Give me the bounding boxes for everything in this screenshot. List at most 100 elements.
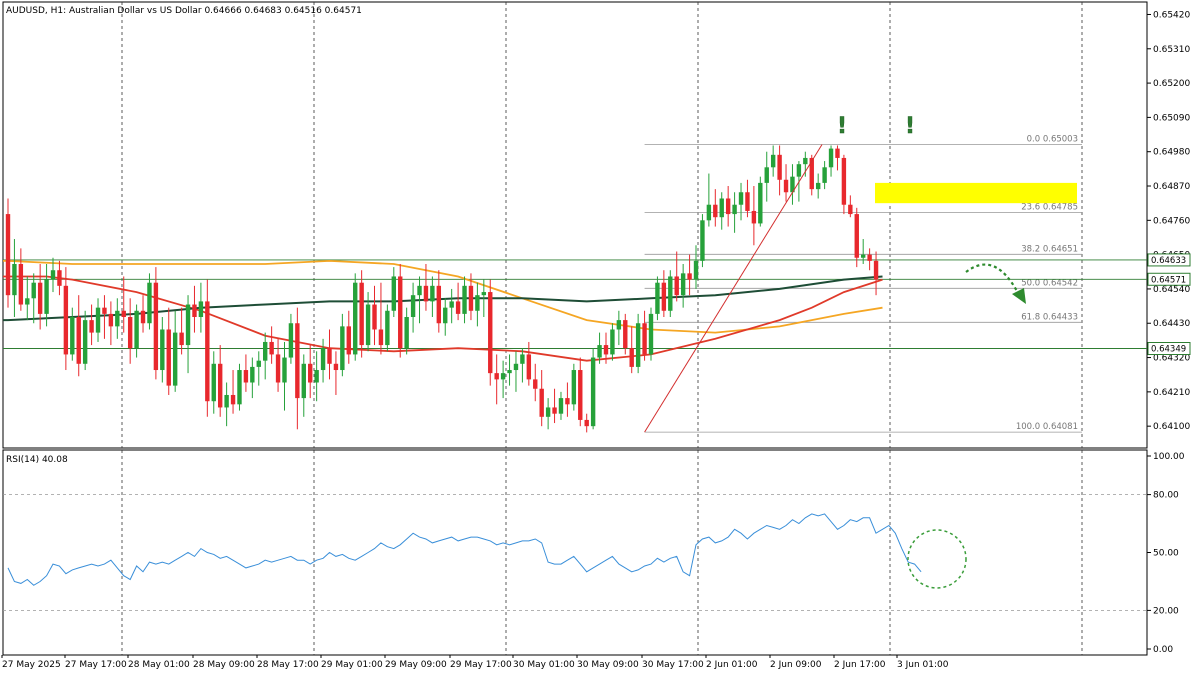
candle-body — [353, 282, 358, 355]
price-tag-label: 0.64571 — [1151, 275, 1186, 285]
candle — [488, 279, 493, 386]
candle-body — [668, 276, 673, 311]
rsi-tick-label: 20.00 — [1153, 606, 1179, 616]
candle — [359, 270, 364, 358]
candle-body — [719, 198, 724, 218]
rsi-label: RSI(14) 40.08 — [6, 455, 68, 465]
candle-body — [545, 407, 551, 417]
candle-body — [404, 317, 409, 349]
candle-body — [828, 148, 834, 168]
candle-body — [398, 276, 403, 349]
candle-body — [76, 317, 81, 364]
candle-body — [192, 304, 197, 318]
candle-body — [198, 301, 204, 318]
candle-body — [693, 260, 699, 280]
candle-body — [533, 379, 538, 389]
candle-body — [166, 329, 171, 386]
candle-body — [848, 204, 853, 215]
candle-body — [359, 282, 364, 346]
candle-body — [140, 310, 146, 324]
price-tag-label: 0.64349 — [1151, 345, 1186, 355]
candle-body — [211, 363, 216, 402]
candle-body — [346, 326, 351, 355]
candle-body — [147, 282, 152, 324]
candle-body — [153, 282, 159, 371]
candle-body — [269, 341, 274, 355]
candle-body — [552, 407, 557, 414]
price-tick-label: 0.64100 — [1153, 422, 1190, 432]
candle-body — [674, 276, 679, 296]
candle-body — [854, 214, 859, 258]
time-tick-label: 2 Jun 01:00 — [706, 660, 758, 670]
candle-body — [835, 148, 840, 158]
time-tick-label: 30 May 09:00 — [577, 660, 639, 670]
candle-body — [738, 192, 744, 205]
candle-body — [301, 363, 306, 399]
candle-body — [481, 292, 487, 296]
candle-body — [243, 370, 249, 383]
candle-body — [230, 394, 236, 405]
candle-body — [70, 317, 75, 355]
candle — [385, 304, 390, 352]
chart-canvas: 0.0 0.65003 23.6 0.64785 38.2 0.64651 50.0 … — [0, 0, 1200, 675]
candle-body — [500, 373, 506, 380]
exclamation-marker: ! — [905, 114, 916, 140]
candle-body — [44, 279, 49, 314]
fib-level-label: 100.0 0.64081 — [1016, 422, 1078, 432]
candle-body — [590, 357, 596, 427]
price-tick-label: 0.64320 — [1153, 354, 1190, 364]
price-tick-label: 0.64540 — [1153, 285, 1190, 295]
candle — [590, 348, 596, 430]
candle-body — [507, 370, 512, 374]
candle-body — [468, 285, 474, 311]
candle-body — [873, 260, 879, 280]
candle-body — [385, 310, 390, 346]
candle-body — [841, 157, 847, 205]
candle-body — [115, 310, 120, 327]
candle — [571, 363, 577, 411]
candle — [237, 363, 242, 411]
candle — [153, 267, 159, 380]
candle-body — [250, 366, 255, 383]
candle-body — [655, 282, 660, 314]
candle-body — [455, 301, 461, 314]
candle-body — [770, 154, 776, 168]
candle-body — [31, 282, 36, 299]
candle-body — [680, 273, 686, 296]
candle-body — [121, 310, 126, 318]
candle-body — [327, 348, 332, 364]
candle-body — [661, 282, 667, 311]
candle-body — [50, 270, 56, 280]
candle-body — [758, 182, 763, 224]
candle-body — [308, 363, 313, 383]
price-tick-label: 0.64430 — [1153, 319, 1190, 329]
candle-body — [565, 398, 570, 405]
fib-level-label: 0.0 0.65003 — [1027, 135, 1078, 145]
candle-body — [796, 164, 802, 177]
candle-body — [25, 298, 30, 305]
candle-body — [732, 204, 737, 215]
candle-body — [764, 167, 769, 183]
price-tick-label: 0.64980 — [1153, 148, 1190, 158]
price-tag: 0.64349 — [1147, 342, 1191, 356]
candle-body — [443, 307, 448, 324]
exclamation-marker: ! — [837, 114, 848, 140]
candle-body — [82, 320, 88, 364]
time-tick-label: 30 May 01:00 — [513, 660, 575, 670]
candle-body — [803, 157, 808, 165]
candle-body — [57, 270, 62, 286]
candle — [5, 198, 11, 308]
candle-body — [584, 419, 589, 427]
price-tick-label: 0.65310 — [1153, 45, 1190, 55]
price-tag: 0.64571 — [1147, 272, 1191, 286]
time-tick-label: 30 May 17:00 — [642, 660, 704, 670]
candle — [353, 273, 358, 361]
rsi-tick-label: 50.00 — [1153, 549, 1179, 559]
candle-body — [488, 292, 493, 374]
time-tick-label: 3 Jun 01:00 — [897, 660, 949, 670]
candle — [655, 276, 660, 321]
candle — [758, 176, 763, 227]
rsi-tick-label: 100.00 — [1153, 452, 1185, 462]
candle-body — [629, 348, 634, 367]
candle-body — [102, 307, 107, 314]
